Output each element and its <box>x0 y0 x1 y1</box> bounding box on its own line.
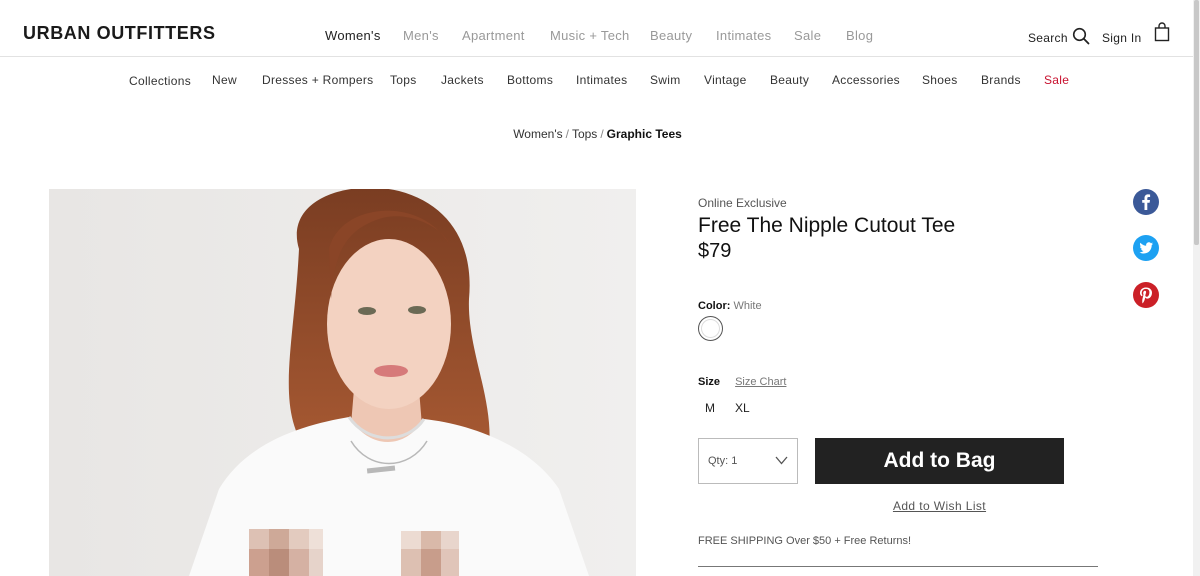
facebook-share-button[interactable] <box>1133 189 1159 215</box>
subnav-bottoms[interactable]: Bottoms <box>507 72 553 88</box>
pinterest-share-button[interactable] <box>1133 282 1159 308</box>
size-chart-link[interactable]: Size Chart <box>735 376 786 388</box>
breadcrumb-separator: / <box>565 127 569 141</box>
product-price: $79 <box>698 240 732 262</box>
search-label: Search <box>1028 31 1068 45</box>
main-nav-apartment[interactable]: Apartment <box>462 27 525 45</box>
sign-in-link[interactable]: Sign In <box>1102 24 1141 48</box>
subnav-beauty[interactable]: Beauty <box>770 72 809 88</box>
pinterest-icon <box>1140 287 1152 304</box>
shipping-notice: FREE SHIPPING Over $50 + Free Returns! <box>698 535 912 547</box>
category-nav: Collections New Dresses + Rompers Tops J… <box>0 72 1200 90</box>
product-image[interactable] <box>49 189 636 576</box>
color-selector-label: Color: White <box>698 299 762 313</box>
subnav-collections[interactable]: Collections <box>129 73 191 89</box>
facebook-icon <box>1142 194 1151 210</box>
color-label: Color: <box>698 300 731 312</box>
quantity-select[interactable]: Qty: 1 <box>698 438 798 484</box>
subnav-shoes[interactable]: Shoes <box>922 72 958 88</box>
subnav-intimates[interactable]: Intimates <box>576 72 627 88</box>
online-exclusive-badge: Online Exclusive <box>698 196 787 210</box>
breadcrumb-separator: / <box>600 127 604 141</box>
search-icon <box>1072 27 1090 45</box>
search-button[interactable]: Search <box>1028 24 1090 48</box>
product-title: Free The Nipple Cutout Tee <box>698 214 956 237</box>
add-to-wish-list-link[interactable]: Add to Wish List <box>815 499 1064 513</box>
add-to-bag-button[interactable]: Add to Bag <box>815 438 1064 484</box>
main-nav-beauty[interactable]: Beauty <box>650 27 692 45</box>
size-selector-label: Size Size Chart <box>698 375 786 389</box>
quantity-label: Qty: 1 <box>708 455 738 467</box>
size-label: Size <box>698 376 721 388</box>
product-photo-illustration <box>49 189 636 576</box>
chevron-down-icon <box>775 456 788 465</box>
main-nav-womens[interactable]: Women's <box>325 27 381 45</box>
subnav-sale[interactable]: Sale <box>1044 72 1069 88</box>
subnav-swim[interactable]: Swim <box>650 72 681 88</box>
main-nav-blog[interactable]: Blog <box>846 27 873 45</box>
main-nav: Women's Men's Apartment Music + Tech Bea… <box>0 27 1200 45</box>
color-value: White <box>733 300 762 312</box>
main-nav-sale[interactable]: Sale <box>794 27 821 45</box>
page-scrollbar-thumb[interactable] <box>1194 0 1199 245</box>
subnav-new[interactable]: New <box>212 72 237 88</box>
shopping-bag-button[interactable] <box>1154 20 1170 44</box>
subnav-jackets[interactable]: Jackets <box>441 72 484 88</box>
breadcrumb-current: Graphic Tees <box>606 127 682 141</box>
subnav-brands[interactable]: Brands <box>981 72 1021 88</box>
breadcrumb: Women's / Tops / Graphic Tees <box>0 127 1195 141</box>
breadcrumb-womens[interactable]: Women's <box>513 127 562 141</box>
twitter-icon <box>1139 242 1153 254</box>
subnav-accessories[interactable]: Accessories <box>832 72 900 88</box>
twitter-share-button[interactable] <box>1133 235 1159 261</box>
subnav-tops[interactable]: Tops <box>390 72 417 88</box>
sign-in-label: Sign In <box>1102 31 1142 45</box>
size-option-xl[interactable]: XL <box>735 401 750 415</box>
subnav-dresses-rompers[interactable]: Dresses + Rompers <box>262 72 373 88</box>
subnav-vintage[interactable]: Vintage <box>704 72 747 88</box>
main-nav-mens[interactable]: Men's <box>403 27 439 45</box>
breadcrumb-tops[interactable]: Tops <box>572 127 597 141</box>
size-option-m[interactable]: M <box>705 401 715 415</box>
shopping-bag-icon <box>1154 22 1170 42</box>
main-nav-intimates[interactable]: Intimates <box>716 27 771 45</box>
color-swatch-white[interactable] <box>698 316 723 341</box>
site-header: URBAN OUTFITTERS Women's Men's Apartment… <box>0 0 1200 57</box>
section-divider <box>698 566 1098 567</box>
main-nav-music-tech[interactable]: Music + Tech <box>550 27 630 45</box>
